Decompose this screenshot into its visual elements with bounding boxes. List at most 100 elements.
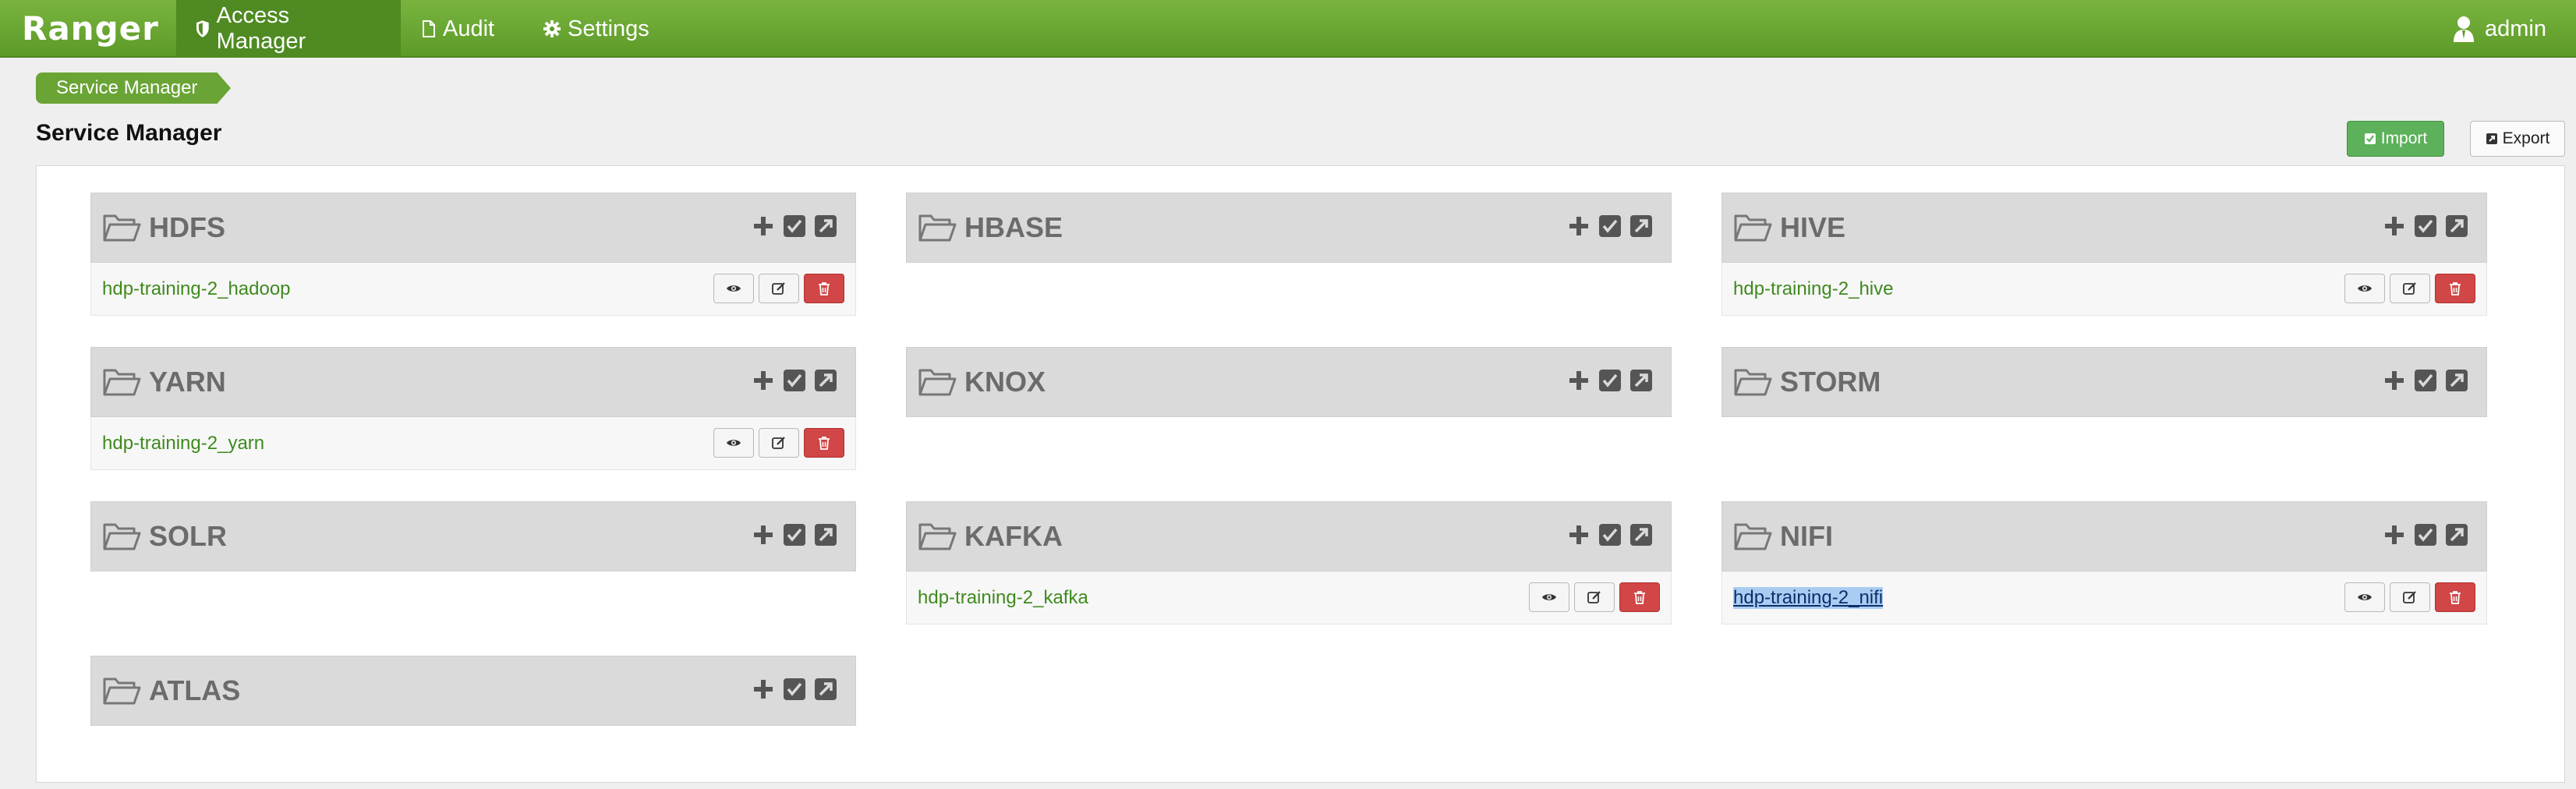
service-card-actions: [751, 522, 838, 547]
service-link[interactable]: hdp-training-2_kafka: [918, 587, 1088, 609]
folder-open-icon: [1734, 369, 1772, 396]
import-service-button[interactable]: [782, 677, 807, 702]
service-link[interactable]: hdp-training-2_hadoop: [102, 278, 291, 300]
edit-button[interactable]: [759, 274, 799, 303]
view-button[interactable]: [2344, 274, 2385, 303]
delete-button[interactable]: [2435, 582, 2475, 612]
export-button[interactable]: Export: [2470, 121, 2565, 157]
edit-button[interactable]: [1574, 582, 1615, 612]
edit-button[interactable]: [2390, 582, 2430, 612]
external-link-icon: [2446, 370, 2468, 391]
edit-icon: [772, 282, 785, 295]
import-service-button[interactable]: [782, 368, 807, 393]
export-service-button[interactable]: [1629, 214, 1654, 239]
view-button[interactable]: [1529, 582, 1569, 612]
export-service-button[interactable]: [1629, 368, 1654, 393]
view-button[interactable]: [713, 428, 754, 458]
add-service-button[interactable]: [2382, 368, 2407, 393]
export-icon: [2486, 133, 2497, 144]
service-link[interactable]: hdp-training-2_hive: [1733, 278, 1893, 300]
add-service-button[interactable]: [1566, 214, 1591, 239]
service-title: HDFS: [149, 211, 225, 243]
add-service-button[interactable]: [751, 368, 776, 393]
nav-access-manager[interactable]: Access Manager: [176, 0, 401, 58]
trash-icon: [2450, 591, 2461, 604]
service-card-actions: [2382, 368, 2469, 393]
plus-icon: [2385, 371, 2404, 390]
service-card-header: HIVE: [1721, 193, 2487, 263]
import-service-button[interactable]: [1598, 368, 1622, 393]
delete-button[interactable]: [804, 274, 844, 303]
service-row-actions: [2344, 274, 2475, 303]
external-link-icon: [815, 370, 837, 391]
nav-settings[interactable]: Settings: [524, 0, 668, 58]
top-navbar: Ranger Access Manager Audit Settings adm…: [0, 0, 2576, 58]
export-service-button[interactable]: [813, 677, 838, 702]
eye-icon: [2358, 285, 2372, 292]
import-service-button[interactable]: [1598, 522, 1622, 547]
export-service-button[interactable]: [2444, 214, 2469, 239]
service-title: HBASE: [964, 211, 1063, 243]
add-service-button[interactable]: [751, 677, 776, 702]
add-service-button[interactable]: [751, 522, 776, 547]
service-title: KAFKA: [964, 520, 1063, 552]
export-service-button[interactable]: [813, 522, 838, 547]
service-title: YARN: [149, 366, 226, 398]
service-row: hdp-training-2_hadoop: [90, 263, 856, 316]
nav-access-manager-label: Access Manager: [216, 3, 306, 54]
export-service-button[interactable]: [813, 368, 838, 393]
nav-audit-label: Audit: [443, 16, 495, 41]
breadcrumb-service-manager: Service Manager: [56, 77, 198, 98]
nav-audit[interactable]: Audit: [402, 0, 513, 58]
view-button[interactable]: [713, 274, 754, 303]
view-button[interactable]: [2344, 582, 2385, 612]
service-link[interactable]: hdp-training-2_nifi: [1733, 586, 1884, 609]
page-title: Service Manager: [36, 120, 222, 146]
import-service-button[interactable]: [2413, 368, 2438, 393]
import-service-button[interactable]: [2413, 214, 2438, 239]
edit-icon: [772, 437, 785, 449]
add-service-button[interactable]: [2382, 214, 2407, 239]
export-label: Export: [2502, 129, 2550, 147]
import-service-button[interactable]: [1598, 214, 1622, 239]
export-service-button[interactable]: [2444, 368, 2469, 393]
import-button[interactable]: Import: [2347, 121, 2444, 157]
delete-button[interactable]: [1619, 582, 1660, 612]
user-icon: [2454, 16, 2474, 42]
check-square-icon: [2415, 370, 2436, 391]
import-service-button[interactable]: [2413, 522, 2438, 547]
import-service-button[interactable]: [782, 522, 807, 547]
service-link[interactable]: hdp-training-2_yarn: [102, 433, 264, 455]
export-service-button[interactable]: [813, 214, 838, 239]
service-card-actions: [1566, 522, 1654, 547]
add-service-button[interactable]: [751, 214, 776, 239]
user-menu[interactable]: admin: [2433, 0, 2554, 58]
trash-icon: [819, 282, 830, 295]
export-service-button[interactable]: [2444, 522, 2469, 547]
breadcrumb[interactable]: Service Manager: [36, 73, 231, 104]
export-service-button[interactable]: [1629, 522, 1654, 547]
brand-logo[interactable]: Ranger: [22, 9, 159, 48]
service-row: hdp-training-2_kafka: [906, 571, 1672, 624]
service-card-header: SOLR: [90, 501, 856, 571]
service-card-header: STORM: [1721, 347, 2487, 417]
delete-button[interactable]: [2435, 274, 2475, 303]
service-card-solr: SOLR: [90, 501, 856, 571]
service-title: NIFI: [1780, 520, 1833, 552]
external-link-icon: [1630, 370, 1652, 391]
add-service-button[interactable]: [1566, 368, 1591, 393]
service-card-yarn: YARN hdp-training-2_yarn: [90, 347, 856, 470]
external-link-icon: [1630, 524, 1652, 546]
edit-button[interactable]: [2390, 274, 2430, 303]
file-icon: [423, 20, 435, 37]
service-card-actions: [2382, 522, 2469, 547]
check-square-icon: [784, 678, 805, 700]
add-service-button[interactable]: [2382, 522, 2407, 547]
edit-button[interactable]: [759, 428, 799, 458]
service-card-kafka: KAFKA hdp-training-2_kafka: [906, 501, 1672, 624]
import-icon: [2364, 133, 2376, 144]
add-service-button[interactable]: [1566, 522, 1591, 547]
edit-icon: [1587, 591, 1601, 603]
import-service-button[interactable]: [782, 214, 807, 239]
delete-button[interactable]: [804, 428, 844, 458]
